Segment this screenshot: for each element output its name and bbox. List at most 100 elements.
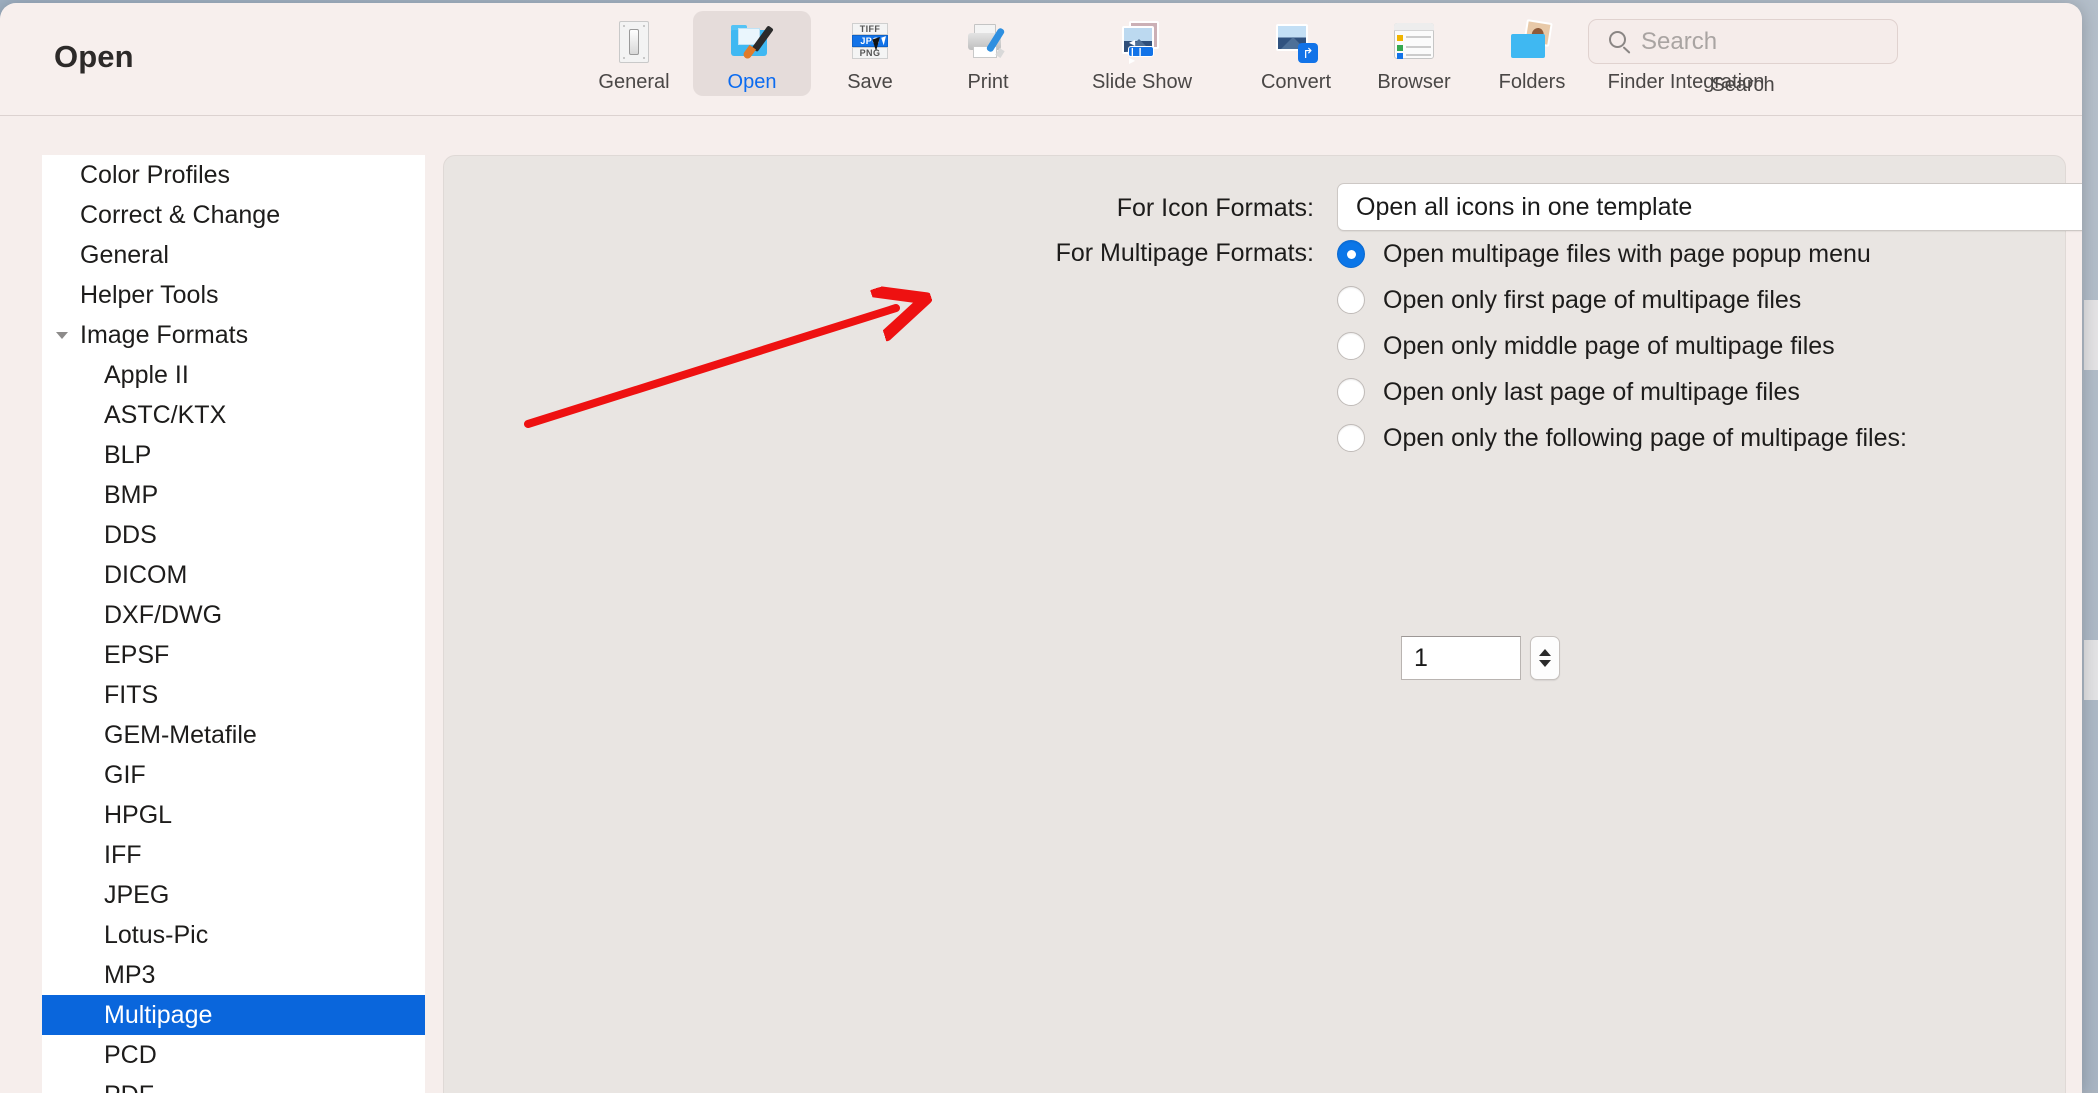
sidebar-item-label: Color Profiles xyxy=(80,161,230,190)
background-element xyxy=(2084,640,2098,700)
toolbar-item-convert[interactable]: ↱ Convert xyxy=(1237,11,1355,96)
sidebar-item-pcd[interactable]: PCD xyxy=(42,1035,425,1075)
sidebar-item-general[interactable]: General xyxy=(42,235,425,275)
window-body: Color Profiles Correct & Change General Hel… xyxy=(0,116,2082,1093)
sidebar-item-label: Image Formats xyxy=(80,321,248,350)
sidebar-item-label: HPGL xyxy=(104,801,172,830)
page-number-stepper[interactable] xyxy=(1530,636,1560,680)
toolbar: Open General Open xyxy=(0,3,2082,116)
multipage-option-3[interactable]: Open only middle page of multipage files xyxy=(1337,323,1907,369)
sidebar-item-fits[interactable]: FITS xyxy=(42,675,425,715)
sidebar-item-label: Apple II xyxy=(104,361,189,390)
search-field[interactable]: Search xyxy=(1588,19,1898,64)
sidebar-item-astc-ktx[interactable]: ASTC/KTX xyxy=(42,395,425,435)
browser-window-icon xyxy=(1391,19,1437,65)
slideshow-icon: ◀ ❙❙ ▶ xyxy=(1119,19,1165,65)
open-folder-brush-icon xyxy=(729,19,775,65)
radio-button[interactable] xyxy=(1337,286,1365,314)
radio-button[interactable] xyxy=(1337,424,1365,452)
printer-icon xyxy=(965,19,1011,65)
sidebar-item-label: General xyxy=(80,241,169,270)
convert-arrow-badge: ↱ xyxy=(1298,43,1318,63)
background-element xyxy=(2084,300,2098,370)
multipage-formats-label: For Multipage Formats: xyxy=(444,239,1314,268)
sidebar-item-label: PDF xyxy=(104,1081,154,1093)
toolbar-item-browser[interactable]: Browser xyxy=(1355,11,1473,96)
sidebar-item-gem-metafile[interactable]: GEM-Metafile xyxy=(42,715,425,755)
sidebar-item-label: GEM-Metafile xyxy=(104,721,257,750)
toolbar-item-folders[interactable]: Folders xyxy=(1473,11,1591,96)
toolbar-item-label: Open xyxy=(728,72,777,92)
multipage-radio-group: Open multipage files with page popup men… xyxy=(1337,231,1907,461)
toolbar-item-open[interactable]: Open xyxy=(693,11,811,96)
save-icon-row: TIFF xyxy=(852,23,888,35)
sidebar-item-bmp[interactable]: BMP xyxy=(42,475,425,515)
icon-formats-value: Open all icons in one template xyxy=(1356,193,1692,222)
sidebar-item-label: EPSF xyxy=(104,641,169,670)
stepper-up-icon[interactable] xyxy=(1539,649,1551,656)
sidebar-item-label: PCD xyxy=(104,1041,157,1070)
toolbar-item-label: Folders xyxy=(1499,72,1566,92)
search-placeholder: Search xyxy=(1641,28,1717,56)
icon-formats-label: For Icon Formats: xyxy=(444,194,1314,223)
sidebar-item-lotus-pic[interactable]: Lotus-Pic xyxy=(42,915,425,955)
search-caption: Search xyxy=(1711,74,1774,97)
icon-formats-popup[interactable]: Open all icons in one template xyxy=(1337,183,2082,231)
sidebar-item-dxf-dwg[interactable]: DXF/DWG xyxy=(42,595,425,635)
sidebar-item-label: FITS xyxy=(104,681,158,710)
sidebar-item-hpgl[interactable]: HPGL xyxy=(42,795,425,835)
general-switch-icon xyxy=(611,19,657,65)
toolbar-item-general[interactable]: General xyxy=(575,11,693,96)
radio-button[interactable] xyxy=(1337,332,1365,360)
sidebar-item-label: DDS xyxy=(104,521,157,550)
convert-icon: ↱ xyxy=(1273,19,1319,65)
radio-label: Open only first page of multipage files xyxy=(1383,286,1801,315)
toolbar-item-label: Convert xyxy=(1261,72,1331,92)
chevron-down-icon[interactable] xyxy=(56,332,68,339)
multipage-option-4[interactable]: Open only last page of multipage files xyxy=(1337,369,1907,415)
multipage-option-5[interactable]: Open only the following page of multipag… xyxy=(1337,415,1907,461)
sidebar-item-apple-ii[interactable]: Apple II xyxy=(42,355,425,395)
sidebar-item-label: DXF/DWG xyxy=(104,601,222,630)
radio-button[interactable] xyxy=(1337,378,1365,406)
radio-label: Open multipage files with page popup men… xyxy=(1383,240,1871,269)
save-formats-icon: TIFF JPG PNG xyxy=(847,19,893,65)
sidebar[interactable]: Color Profiles Correct & Change General Hel… xyxy=(42,155,425,1093)
sidebar-item-iff[interactable]: IFF xyxy=(42,835,425,875)
radio-label: Open only middle page of multipage files xyxy=(1383,332,1835,361)
sidebar-item-gif[interactable]: GIF xyxy=(42,755,425,795)
sidebar-item-label: DICOM xyxy=(104,561,187,590)
radio-label: Open only last page of multipage files xyxy=(1383,378,1800,407)
toolbar-item-print[interactable]: Print xyxy=(929,11,1047,96)
toolbar-item-label: General xyxy=(598,72,669,92)
sidebar-item-color-profiles[interactable]: Color Profiles xyxy=(42,155,425,195)
toolbar-item-slide-show[interactable]: ◀ ❙❙ ▶ Slide Show xyxy=(1047,11,1237,96)
stepper-down-icon[interactable] xyxy=(1539,660,1551,667)
toolbar-item-save[interactable]: TIFF JPG PNG Save xyxy=(811,11,929,96)
toolbar-item-label: Slide Show xyxy=(1092,72,1192,92)
folders-photo-icon xyxy=(1509,19,1555,65)
page-number-stepper-group xyxy=(1401,636,1560,680)
radio-button[interactable] xyxy=(1337,240,1365,268)
sidebar-item-label: Lotus-Pic xyxy=(104,921,208,950)
slideshow-controls-badge: ◀ ❙❙ ▶ xyxy=(1128,46,1154,57)
sidebar-item-multipage[interactable]: Multipage xyxy=(42,995,425,1035)
sidebar-item-label: IFF xyxy=(104,841,142,870)
toolbar-item-label: Print xyxy=(967,72,1008,92)
sidebar-item-correct-change[interactable]: Correct & Change xyxy=(42,195,425,235)
page-number-input[interactable] xyxy=(1401,636,1521,680)
sidebar-item-image-formats[interactable]: Image Formats xyxy=(42,315,425,355)
multipage-option-2[interactable]: Open only first page of multipage files xyxy=(1337,277,1907,323)
radio-label: Open only the following page of multipag… xyxy=(1383,424,1907,453)
sidebar-item-helper-tools[interactable]: Helper Tools xyxy=(42,275,425,315)
sidebar-item-mp3[interactable]: MP3 xyxy=(42,955,425,995)
sidebar-item-dicom[interactable]: DICOM xyxy=(42,555,425,595)
sidebar-item-dds[interactable]: DDS xyxy=(42,515,425,555)
sidebar-item-pdf[interactable]: PDF xyxy=(42,1075,425,1093)
toolbar-item-label: Browser xyxy=(1377,72,1450,92)
window-title: Open xyxy=(54,39,134,75)
sidebar-item-epsf[interactable]: EPSF xyxy=(42,635,425,675)
sidebar-item-blp[interactable]: BLP xyxy=(42,435,425,475)
sidebar-item-jpeg[interactable]: JPEG xyxy=(42,875,425,915)
multipage-option-1[interactable]: Open multipage files with page popup men… xyxy=(1337,231,1907,277)
